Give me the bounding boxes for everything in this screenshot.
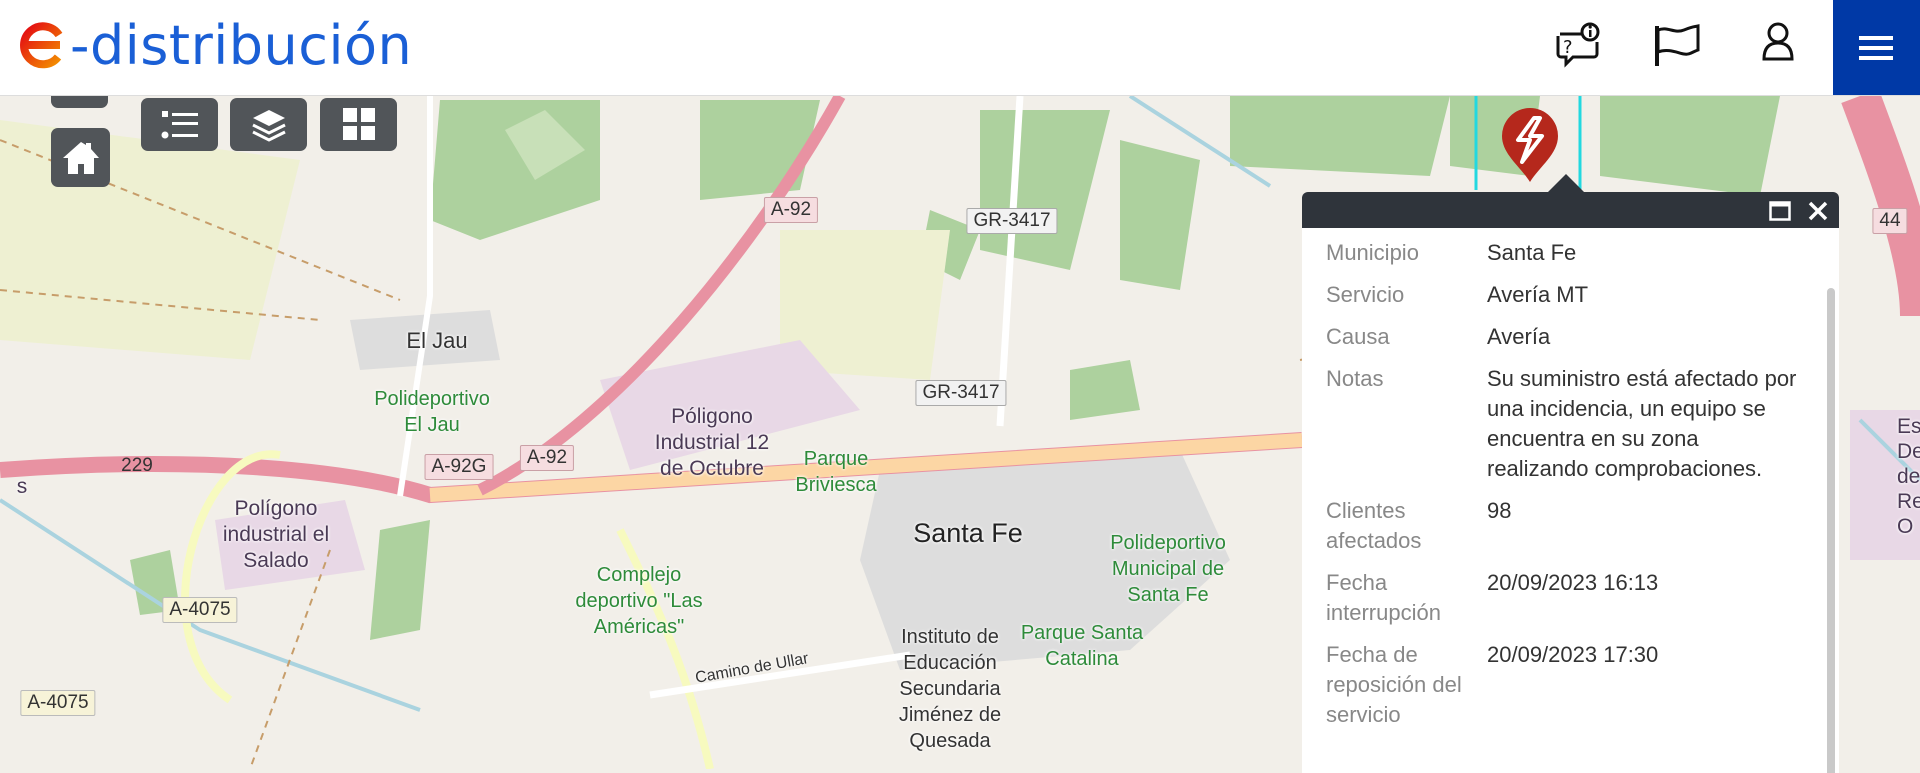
basemap-grid-icon <box>342 107 375 140</box>
field-label: Clientes afectados <box>1326 498 1422 553</box>
field-value: Avería MT <box>1487 282 1589 307</box>
field-label: Fecha de reposición del servicio <box>1326 642 1462 727</box>
place-label: Est Depu de A Resi O <box>1897 415 1920 538</box>
field-row: Servicio Avería MT <box>1302 280 1839 310</box>
field-label: Servicio <box>1326 282 1405 307</box>
field-value: Santa Fe <box>1487 240 1577 265</box>
road-shield: 229 <box>121 455 153 476</box>
menu-icon <box>1858 35 1893 60</box>
zoom-button[interactable] <box>51 96 108 108</box>
popup-body: Municipio Santa Fe Servicio Avería MT Caus… <box>1302 228 1839 773</box>
place-label: El Jau <box>406 328 468 353</box>
place-label: Parque Santa Catalina <box>1020 622 1144 670</box>
popup-pointer <box>1546 174 1586 194</box>
home-button[interactable] <box>51 128 110 187</box>
field-value: 98 <box>1487 498 1512 523</box>
header: -distribución ? <box>0 0 1920 96</box>
place-label: Polideportivo El Jau <box>374 388 490 436</box>
help-info-button[interactable]: ? <box>1552 18 1604 70</box>
place-label: Santa Fe <box>913 518 1023 548</box>
user-icon <box>1762 22 1794 61</box>
logo-text: -distribución <box>70 13 413 77</box>
user-button[interactable] <box>1752 18 1804 70</box>
field-value: Avería <box>1487 324 1551 349</box>
logo[interactable]: -distribución <box>18 10 412 80</box>
field-row: Clientes afectados 98 <box>1302 496 1839 556</box>
field-row: Fecha interrupción 20/09/2023 16:13 <box>1302 568 1839 628</box>
field-label: Notas <box>1326 366 1384 391</box>
field-value: 20/09/2023 17:30 <box>1487 642 1659 667</box>
legend-list-icon <box>161 110 198 138</box>
help-info-icon: ? <box>1556 22 1600 68</box>
home-icon <box>62 141 99 174</box>
place-label: Parque Briviesca <box>795 448 877 496</box>
field-value: 20/09/2023 16:13 <box>1487 570 1659 595</box>
popup-scrollbar[interactable] <box>1827 288 1835 773</box>
field-row: Causa Avería <box>1302 322 1839 352</box>
basemap-button[interactable] <box>320 98 397 151</box>
svg-text:?: ? <box>1563 37 1573 58</box>
road-shield: A-92 <box>519 445 575 471</box>
flag-icon <box>1655 24 1700 66</box>
place-label: Polideportivo Municipal de Santa Fe <box>1110 532 1226 606</box>
road-shield: 44 <box>1872 208 1908 234</box>
place-label: Instituto de Educación Secundaria Jiméne… <box>898 626 1002 752</box>
road-shield: A-4075 <box>162 597 238 623</box>
legend-button[interactable] <box>141 98 218 151</box>
maximize-icon[interactable] <box>1769 201 1791 221</box>
close-icon[interactable] <box>1807 200 1829 222</box>
field-value: Su suministro está afectado por una inci… <box>1487 366 1797 481</box>
place-label: Complejo deportivo "Las Américas" <box>575 564 703 638</box>
road-shield: A-92G <box>424 454 494 480</box>
flag-button[interactable] <box>1652 18 1704 70</box>
popup-header <box>1302 192 1839 228</box>
logo-e-icon <box>20 22 63 69</box>
place-label: s <box>16 475 28 498</box>
road-shield: A-92 <box>763 197 819 223</box>
field-row: Municipio Santa Fe <box>1302 238 1839 268</box>
feature-popup: Municipio Santa Fe Servicio Avería MT Caus… <box>1302 96 1839 773</box>
field-label: Fecha interrupción <box>1326 570 1441 625</box>
field-label: Municipio <box>1326 240 1419 265</box>
road-shield: GR-3417 <box>915 380 1007 406</box>
place-label: Póligono Industrial 12 de Octubre <box>654 405 770 480</box>
layers-button[interactable] <box>230 98 307 151</box>
field-row: Fecha de reposición del servicio 20/09/20… <box>1302 640 1839 730</box>
layers-icon <box>251 109 286 142</box>
road-shield: GR-3417 <box>966 208 1058 234</box>
road-shield: A-4075 <box>20 690 96 716</box>
menu-button[interactable] <box>1833 0 1920 95</box>
field-row: Notas Su suministro está afectado por una… <box>1302 364 1839 484</box>
place-label: Polígono industrial el Salado <box>222 497 330 572</box>
field-label: Causa <box>1326 324 1390 349</box>
